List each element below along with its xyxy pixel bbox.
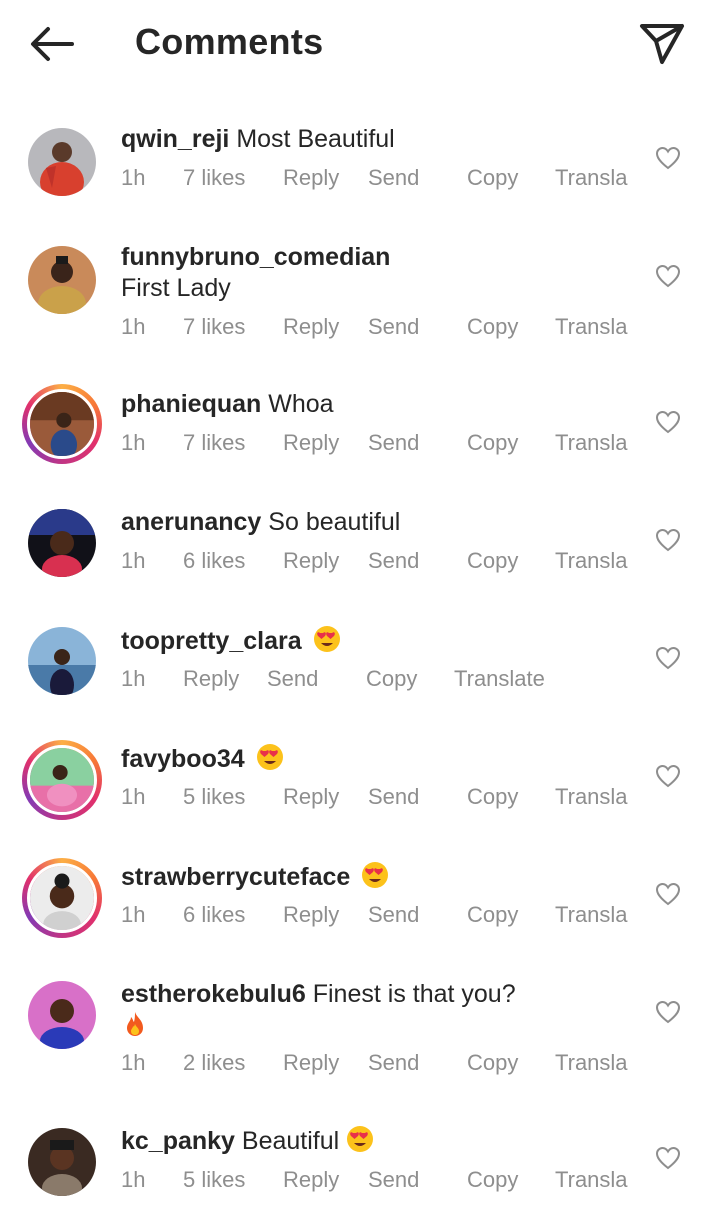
comment-text: So beautiful [268,508,401,536]
copy-button[interactable]: Copy [467,784,518,810]
copy-button[interactable]: Copy [467,314,518,340]
timestamp: 1h [121,548,146,573]
timestamp: 1h [121,1167,146,1192]
send-button[interactable]: Send [368,1167,419,1193]
likes-count[interactable]: 6 likes [183,548,245,574]
username[interactable]: kc_panky [121,1127,235,1155]
copy-button[interactable]: Copy [467,902,518,928]
reply-button[interactable]: Reply [283,314,339,340]
back-arrow-icon[interactable] [28,22,76,66]
avatar[interactable] [28,981,96,1049]
heart-eyes-emoji-icon [347,1126,374,1152]
heart-eyes-emoji-icon [362,862,389,888]
likes-count[interactable]: 5 likes [183,784,245,810]
copy-button[interactable]: Copy [366,666,417,692]
send-button[interactable]: Send [368,784,419,810]
username[interactable]: anerunancy [121,508,261,536]
reply-button[interactable]: Reply [283,165,339,191]
translate-button[interactable]: Transla [555,165,628,191]
reply-button[interactable]: Reply [283,1167,339,1193]
copy-button[interactable]: Copy [467,548,518,574]
heart-icon[interactable] [655,146,681,170]
page-title: Comments [135,21,324,62]
comment-text: Whoa [268,390,334,418]
send-button[interactable]: Send [368,548,419,574]
translate-button[interactable]: Transla [555,1167,628,1193]
copy-button[interactable]: Copy [467,1050,518,1076]
timestamp: 1h [121,430,146,455]
translate-button[interactable]: Translate [454,666,545,692]
timestamp: 1h [121,784,146,809]
timestamp: 1h [121,314,146,339]
avatar[interactable] [28,627,96,695]
likes-count[interactable]: 7 likes [183,430,245,456]
comment-text: Finest is that you? [312,980,516,1008]
story-ring-avatar[interactable] [22,384,102,464]
comment-text: Most Beautiful [236,125,395,153]
avatar[interactable] [28,246,96,314]
translate-button[interactable]: Transla [555,784,628,810]
reply-button[interactable]: Reply [283,548,339,574]
translate-button[interactable]: Transla [555,314,628,340]
fire-emoji-icon [127,1012,143,1036]
heart-icon[interactable] [655,882,681,906]
username[interactable]: favyboo34 [121,745,245,773]
likes-count[interactable]: 7 likes [183,165,245,191]
heart-eyes-emoji-icon [313,626,340,652]
timestamp: 1h [121,902,146,927]
likes-count[interactable]: 5 likes [183,1167,245,1193]
timestamp: 1h [121,165,146,190]
copy-button[interactable]: Copy [467,430,518,456]
story-ring-avatar[interactable] [22,740,102,820]
username[interactable]: toopretty_clara [121,627,302,655]
comment-text: First Lady [121,274,231,302]
username[interactable]: phaniequan [121,390,261,418]
send-button[interactable]: Send [368,902,419,928]
avatar[interactable] [28,509,96,577]
heart-icon[interactable] [655,764,681,788]
direct-send-icon[interactable] [638,20,686,66]
send-button[interactable]: Send [368,165,419,191]
username[interactable]: qwin_reji [121,125,229,153]
translate-button[interactable]: Transla [555,902,628,928]
likes-count[interactable]: 2 likes [183,1050,245,1076]
username[interactable]: funnybruno_comedian [121,243,390,271]
send-button[interactable]: Send [368,1050,419,1076]
heart-icon[interactable] [655,1000,681,1024]
avatar[interactable] [28,1128,96,1196]
translate-button[interactable]: Transla [555,430,628,456]
timestamp: 1h [121,666,146,691]
send-button[interactable]: Send [368,314,419,340]
heart-eyes-emoji-icon [256,744,283,770]
translate-button[interactable]: Transla [555,1050,628,1076]
username[interactable]: strawberrycuteface [121,863,350,891]
reply-button[interactable]: Reply [283,902,339,928]
timestamp: 1h [121,1050,146,1075]
likes-count[interactable]: 6 likes [183,902,245,928]
heart-icon[interactable] [655,410,681,434]
copy-button[interactable]: Copy [467,1167,518,1193]
reply-button[interactable]: Reply [283,1050,339,1076]
translate-button[interactable]: Transla [555,548,628,574]
header: Comments [0,0,720,88]
reply-button[interactable]: Reply [283,784,339,810]
send-button[interactable]: Send [368,430,419,456]
reply-button[interactable]: Reply [183,666,239,692]
heart-icon[interactable] [655,264,681,288]
heart-icon[interactable] [655,646,681,670]
avatar[interactable] [28,128,96,196]
send-button[interactable]: Send [267,666,318,692]
heart-icon[interactable] [655,528,681,552]
comment-text: Beautiful [241,1127,340,1155]
heart-icon[interactable] [655,1146,681,1170]
story-ring-avatar[interactable] [22,858,102,938]
reply-button[interactable]: Reply [283,430,339,456]
copy-button[interactable]: Copy [467,165,518,191]
username[interactable]: estherokebulu6 [121,980,306,1008]
likes-count[interactable]: 7 likes [183,314,245,340]
